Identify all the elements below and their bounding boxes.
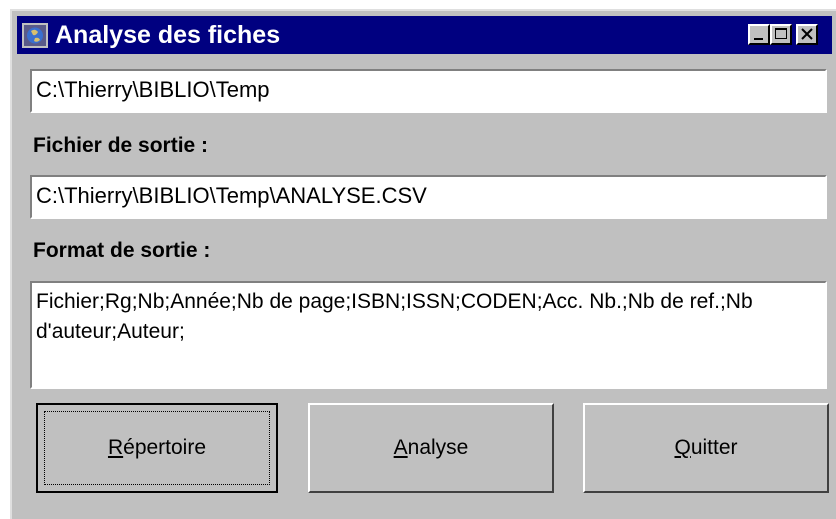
quit-button-label: uitter	[690, 436, 738, 459]
analyse-button-mnemonic: A	[393, 436, 408, 459]
window-title: Analyse des fiches	[55, 21, 281, 49]
quit-button[interactable]: Quitter	[583, 403, 829, 493]
directory-input[interactable]: C:\Thierry\BIBLIO\Temp	[30, 69, 827, 113]
analyse-button-label: nalyse	[407, 436, 469, 459]
output-file-label: Fichier de sortie :	[33, 134, 209, 157]
maximize-icon	[775, 28, 787, 39]
title-bar[interactable]: Analyse des fiches	[17, 16, 832, 54]
close-button[interactable]	[796, 24, 818, 45]
directory-button-label: épertoire	[123, 436, 207, 459]
app-window: Analyse des fiches C:\Thierry\BIBLIO\Tem…	[10, 9, 836, 519]
output-format-label: Format de sortie :	[33, 239, 211, 262]
quit-button-mnemonic: Q	[674, 436, 691, 459]
minimize-button[interactable]	[748, 24, 770, 45]
close-icon	[801, 28, 813, 40]
directory-button-mnemonic: R	[107, 436, 124, 459]
directory-button[interactable]: Répertoire	[36, 403, 278, 493]
app-globe-icon[interactable]	[22, 23, 48, 48]
output-file-input[interactable]: C:\Thierry\BIBLIO\Temp\ANALYSE.CSV	[30, 175, 827, 219]
minimize-icon	[754, 38, 763, 40]
maximize-button[interactable]	[770, 24, 792, 45]
analyse-button[interactable]: Analyse	[308, 403, 554, 493]
output-format-textarea[interactable]: Fichier;Rg;Nb;Année;Nb de page;ISBN;ISSN…	[30, 281, 827, 389]
